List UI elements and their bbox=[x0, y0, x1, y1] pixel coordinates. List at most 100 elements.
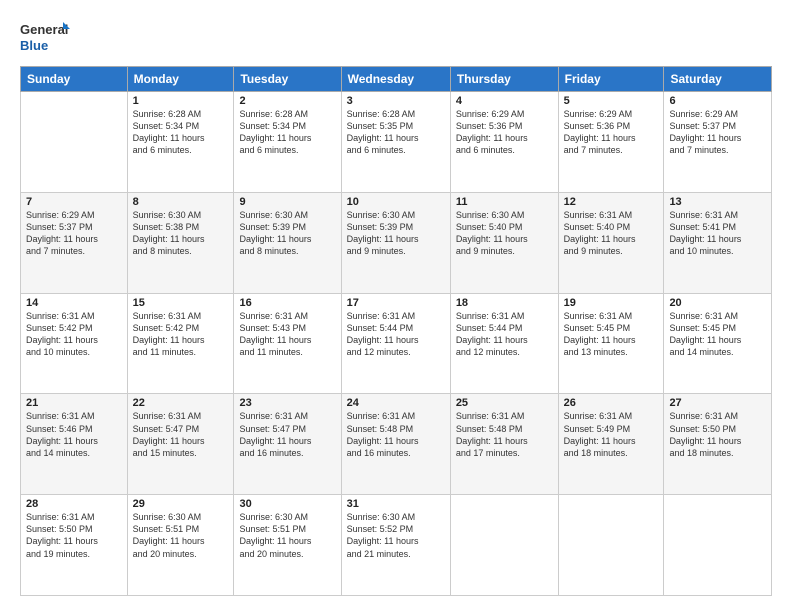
cell-line: and 6 minutes. bbox=[456, 145, 515, 155]
cell-line: Sunrise: 6:28 AM bbox=[239, 109, 308, 119]
day-number: 4 bbox=[456, 95, 553, 107]
calendar-cell: 26Sunrise: 6:31 AMSunset: 5:49 PMDayligh… bbox=[558, 394, 664, 495]
cell-line: Sunrise: 6:31 AM bbox=[456, 411, 525, 421]
cell-line: Daylight: 11 hours bbox=[347, 536, 419, 546]
cell-line: Daylight: 11 hours bbox=[347, 436, 419, 446]
cell-line: and 20 minutes. bbox=[133, 549, 197, 559]
day-number: 24 bbox=[347, 397, 445, 409]
calendar-day-header: Tuesday bbox=[234, 67, 341, 92]
cell-line: Sunset: 5:48 PM bbox=[347, 424, 414, 434]
calendar-cell: 11Sunrise: 6:30 AMSunset: 5:40 PMDayligh… bbox=[450, 192, 558, 293]
calendar-cell: 15Sunrise: 6:31 AMSunset: 5:42 PMDayligh… bbox=[127, 293, 234, 394]
cell-info: Sunrise: 6:30 AMSunset: 5:51 PMDaylight:… bbox=[239, 511, 335, 560]
cell-line: Daylight: 11 hours bbox=[26, 234, 98, 244]
cell-line: Daylight: 11 hours bbox=[133, 234, 205, 244]
calendar-cell: 30Sunrise: 6:30 AMSunset: 5:51 PMDayligh… bbox=[234, 495, 341, 596]
svg-text:Blue: Blue bbox=[20, 38, 48, 53]
cell-line: Sunrise: 6:31 AM bbox=[133, 311, 202, 321]
cell-info: Sunrise: 6:30 AMSunset: 5:51 PMDaylight:… bbox=[133, 511, 229, 560]
cell-line: Sunrise: 6:31 AM bbox=[564, 411, 633, 421]
calendar-cell: 25Sunrise: 6:31 AMSunset: 5:48 PMDayligh… bbox=[450, 394, 558, 495]
cell-line: Sunrise: 6:31 AM bbox=[564, 311, 633, 321]
calendar-cell: 8Sunrise: 6:30 AMSunset: 5:38 PMDaylight… bbox=[127, 192, 234, 293]
calendar-cell: 18Sunrise: 6:31 AMSunset: 5:44 PMDayligh… bbox=[450, 293, 558, 394]
day-number: 9 bbox=[239, 196, 335, 208]
cell-line: Daylight: 11 hours bbox=[456, 234, 528, 244]
day-number: 28 bbox=[26, 498, 122, 510]
cell-line: and 12 minutes. bbox=[456, 347, 520, 357]
cell-line: Sunrise: 6:30 AM bbox=[456, 210, 525, 220]
cell-line: Sunrise: 6:31 AM bbox=[26, 411, 95, 421]
cell-info: Sunrise: 6:29 AMSunset: 5:37 PMDaylight:… bbox=[26, 209, 122, 258]
cell-info: Sunrise: 6:28 AMSunset: 5:35 PMDaylight:… bbox=[347, 108, 445, 157]
day-number: 26 bbox=[564, 397, 659, 409]
cell-line: Sunset: 5:44 PM bbox=[456, 323, 523, 333]
cell-line: Daylight: 11 hours bbox=[456, 335, 528, 345]
calendar-cell bbox=[664, 495, 772, 596]
cell-info: Sunrise: 6:30 AM Sunset: 5:40 PM Daylight:… bbox=[456, 209, 553, 258]
calendar-cell: 16Sunrise: 6:31 AMSunset: 5:43 PMDayligh… bbox=[234, 293, 341, 394]
cell-line: and 12 minutes. bbox=[347, 347, 411, 357]
day-number: 30 bbox=[239, 498, 335, 510]
cell-line: and 9 minutes. bbox=[564, 246, 623, 256]
cell-line: and 18 minutes. bbox=[669, 448, 733, 458]
calendar-cell: 20Sunrise: 6:31 AMSunset: 5:45 PMDayligh… bbox=[664, 293, 772, 394]
cell-line: Sunrise: 6:30 AM bbox=[239, 512, 308, 522]
cell-line: Sunset: 5:47 PM bbox=[133, 424, 200, 434]
cell-line: Sunrise: 6:29 AM bbox=[669, 109, 738, 119]
calendar-cell bbox=[558, 495, 664, 596]
calendar-day-header: Thursday bbox=[450, 67, 558, 92]
header: General Blue bbox=[20, 16, 772, 56]
cell-line: and 11 minutes. bbox=[239, 347, 302, 357]
calendar-cell: 27Sunrise: 6:31 AMSunset: 5:50 PMDayligh… bbox=[664, 394, 772, 495]
cell-line: Daylight: 11 hours bbox=[26, 536, 98, 546]
cell-line: Sunset: 5:35 PM bbox=[347, 121, 414, 131]
cell-line: Sunset: 5:43 PM bbox=[239, 323, 306, 333]
cell-line: Sunset: 5:44 PM bbox=[347, 323, 414, 333]
cell-line: Daylight: 11 hours bbox=[564, 133, 636, 143]
cell-info: Sunrise: 6:28 AMSunset: 5:34 PMDaylight:… bbox=[239, 108, 335, 157]
calendar-cell: 22Sunrise: 6:31 AMSunset: 5:47 PMDayligh… bbox=[127, 394, 234, 495]
cell-line: and 21 minutes. bbox=[347, 549, 411, 559]
cell-line: Daylight: 11 hours bbox=[564, 436, 636, 446]
cell-line: Sunset: 5:34 PM bbox=[239, 121, 306, 131]
calendar-cell: 24Sunrise: 6:31 AMSunset: 5:48 PMDayligh… bbox=[341, 394, 450, 495]
day-number: 2 bbox=[239, 95, 335, 107]
cell-line: Sunset: 5:38 PM bbox=[133, 222, 200, 232]
calendar-cell bbox=[450, 495, 558, 596]
cell-line: Sunrise: 6:31 AM bbox=[26, 311, 95, 321]
calendar-cell: 14Sunrise: 6:31 AMSunset: 5:42 PMDayligh… bbox=[21, 293, 128, 394]
calendar-week-row: 28Sunrise: 6:31 AMSunset: 5:50 PMDayligh… bbox=[21, 495, 772, 596]
day-number: 19 bbox=[564, 297, 659, 309]
day-number: 8 bbox=[133, 196, 229, 208]
cell-line: Sunset: 5:51 PM bbox=[239, 524, 306, 534]
cell-info: Sunrise: 6:31 AMSunset: 5:45 PMDaylight:… bbox=[669, 310, 766, 359]
cell-line: Sunset: 5:40 PM bbox=[456, 222, 523, 232]
day-number: 14 bbox=[26, 297, 122, 309]
calendar-cell: 7Sunrise: 6:29 AMSunset: 5:37 PMDaylight… bbox=[21, 192, 128, 293]
cell-line: Sunrise: 6:29 AM bbox=[564, 109, 633, 119]
cell-line: and 14 minutes. bbox=[26, 448, 90, 458]
cell-line: and 16 minutes. bbox=[239, 448, 303, 458]
calendar-table: SundayMondayTuesdayWednesdayThursdayFrid… bbox=[20, 66, 772, 596]
cell-line: and 8 minutes. bbox=[239, 246, 298, 256]
cell-line: Sunset: 5:47 PM bbox=[239, 424, 306, 434]
cell-line: Daylight: 11 hours bbox=[133, 335, 205, 345]
cell-info: Sunrise: 6:30 AMSunset: 5:38 PMDaylight:… bbox=[133, 209, 229, 258]
day-number: 16 bbox=[239, 297, 335, 309]
day-number: 10 bbox=[347, 196, 445, 208]
cell-line: Daylight: 11 hours bbox=[133, 436, 205, 446]
cell-line: Sunrise: 6:31 AM bbox=[133, 411, 202, 421]
cell-info: Sunrise: 6:31 AMSunset: 5:44 PMDaylight:… bbox=[456, 310, 553, 359]
cell-line: Sunrise: 6:29 AM bbox=[26, 210, 95, 220]
cell-line: Sunrise: 6:31 AM bbox=[347, 311, 416, 321]
day-number: 7 bbox=[26, 196, 122, 208]
calendar-cell bbox=[21, 92, 128, 193]
day-number: 23 bbox=[239, 397, 335, 409]
cell-line: Sunset: 5:46 PM bbox=[26, 424, 93, 434]
cell-line: and 15 minutes. bbox=[133, 448, 197, 458]
cell-line: and 20 minutes. bbox=[239, 549, 303, 559]
day-number: 6 bbox=[669, 95, 766, 107]
svg-text:General: General bbox=[20, 22, 68, 37]
calendar-cell: 3Sunrise: 6:28 AMSunset: 5:35 PMDaylight… bbox=[341, 92, 450, 193]
